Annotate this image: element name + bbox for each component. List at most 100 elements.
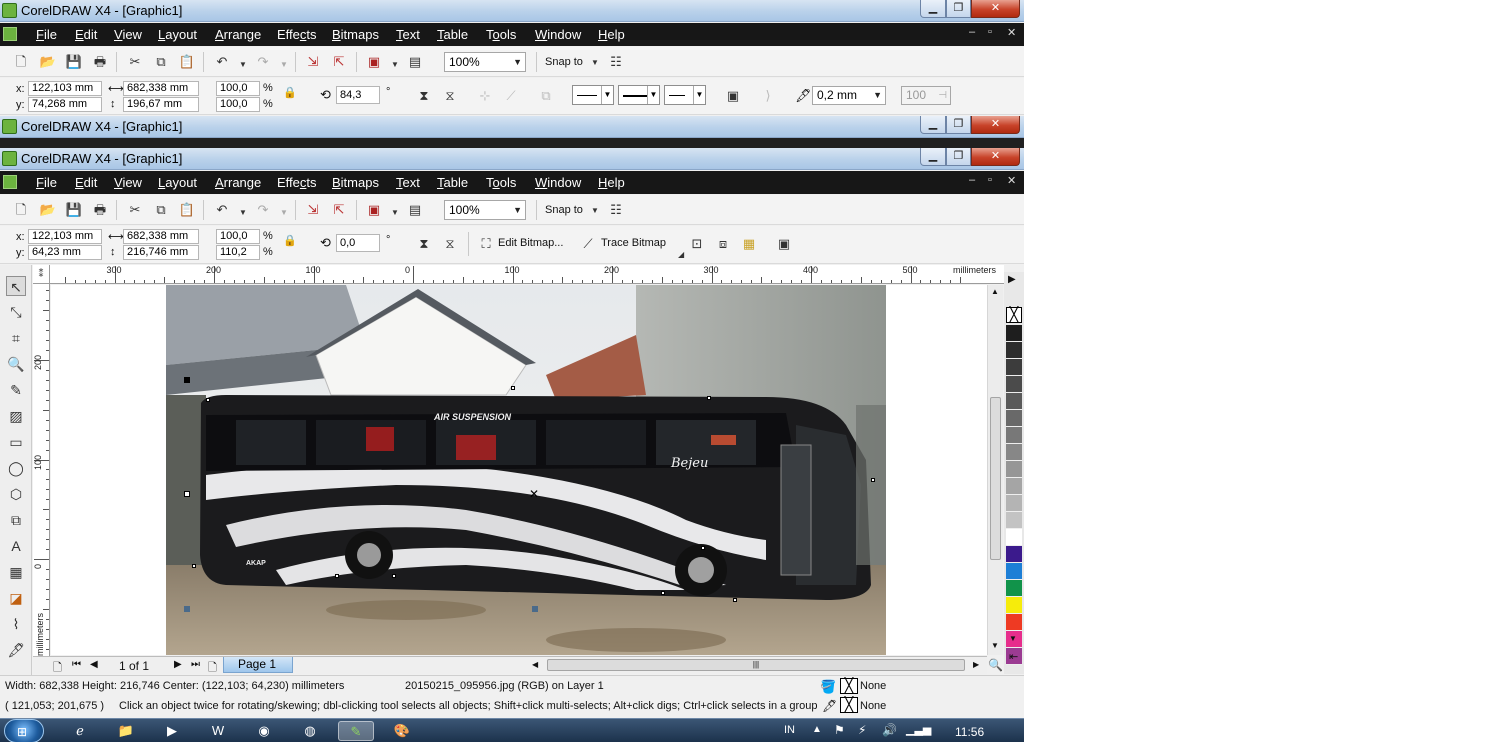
menu-view[interactable]: View — [114, 27, 142, 42]
color-swatch[interactable] — [1006, 359, 1022, 376]
color-swatch[interactable] — [1006, 495, 1022, 512]
paste-icon[interactable]: 📋 — [178, 53, 196, 71]
doc-restore-button[interactable]: ▫ — [988, 174, 992, 186]
import-icon[interactable]: ⇲ — [304, 201, 322, 219]
resample-icon[interactable]: ⧈ — [714, 235, 732, 253]
snap-to-dropdown-icon[interactable]: ▼ — [591, 58, 599, 67]
scale-width-field[interactable]: 100,0 — [216, 229, 260, 244]
y-position-field[interactable]: 74,268 mm — [28, 97, 102, 112]
copy-icon[interactable]: ⧉ — [152, 201, 170, 219]
export-icon[interactable]: ⇱ — [330, 53, 348, 71]
welcome-screen-icon[interactable]: ▤ — [406, 53, 424, 71]
network-signal-icon[interactable]: ▁▃▅ — [906, 723, 931, 736]
no-color-swatch[interactable]: ╳ — [1006, 307, 1022, 323]
doc-close-button[interactable]: ✕ — [1007, 174, 1016, 187]
menu-text[interactable]: Text — [396, 27, 420, 42]
snap-to-button[interactable]: Snap to — [545, 204, 583, 216]
selection-handle[interactable] — [184, 377, 190, 383]
lock-ratio-icon[interactable]: 🔒 — [283, 86, 297, 99]
close-button[interactable]: ✕ — [971, 148, 1020, 166]
rotation-field[interactable]: 0,0 — [336, 234, 380, 252]
rectangle-tool-icon[interactable]: ▭ — [6, 432, 26, 452]
print-icon[interactable]: 🖶 — [91, 53, 109, 71]
document-icon[interactable] — [3, 175, 17, 189]
fill-bucket-icon[interactable]: 🪣 — [820, 679, 836, 695]
close-button[interactable]: ✕ — [971, 0, 1020, 18]
height-field[interactable]: 216,746 mm — [123, 245, 199, 260]
cut-icon[interactable]: ✂ — [126, 201, 144, 219]
outline-tool-icon[interactable]: 🖋 — [6, 640, 26, 660]
clock-time[interactable]: 11:56 — [955, 725, 984, 739]
height-field[interactable]: 196,67 mm — [123, 97, 199, 112]
word-icon[interactable]: W — [200, 721, 236, 741]
vertical-ruler[interactable]: 200 100 0 millimeters — [33, 284, 50, 656]
wrap-text-icon[interactable]: ▣ — [775, 235, 793, 253]
color-swatch[interactable] — [1006, 563, 1022, 580]
application-launcher-icon[interactable]: ▣ — [365, 201, 383, 219]
menu-edit[interactable]: Edit — [75, 27, 97, 42]
new-document-icon[interactable]: 🗋 — [12, 53, 30, 71]
color-swatch[interactable] — [1006, 546, 1022, 563]
redo-dropdown-icon[interactable]: ▼ — [280, 208, 288, 217]
vertical-scroll-thumb[interactable] — [990, 397, 1001, 560]
nodes-icon[interactable]: ⊹ — [476, 87, 494, 105]
close-button[interactable]: ✕ — [971, 116, 1020, 134]
menu-window[interactable]: Window — [535, 175, 581, 190]
node-handle[interactable] — [701, 546, 705, 550]
restore-button[interactable]: ❐ — [946, 116, 971, 134]
color-swatch[interactable] — [1006, 342, 1022, 359]
paint-icon[interactable]: 🎨 — [384, 721, 420, 741]
paste-icon[interactable]: 📋 — [178, 201, 196, 219]
node-handle[interactable] — [871, 478, 875, 482]
menu-effects[interactable]: Effects — [277, 175, 317, 190]
node-handle[interactable] — [335, 574, 339, 578]
redo-dropdown-icon[interactable]: ▼ — [280, 60, 288, 69]
color-swatch[interactable] — [1006, 461, 1022, 478]
launcher-dropdown-icon[interactable]: ▼ — [391, 60, 399, 69]
start-arrow-select[interactable]: ▼ — [572, 85, 614, 105]
menu-edit[interactable]: Edit — [75, 175, 97, 190]
internet-explorer-icon[interactable]: ℯ — [62, 721, 98, 741]
fill-none-swatch[interactable]: ╳ — [840, 678, 858, 694]
outline-pen-icon[interactable]: 🖋 — [822, 699, 837, 713]
scale-width-field[interactable]: 100,0 — [216, 81, 260, 96]
bitmap-color-mask-icon[interactable]: ▦ — [740, 235, 758, 253]
menu-effects[interactable]: Effects — [277, 27, 317, 42]
mirror-vertical-icon[interactable]: ⧖ — [441, 235, 459, 253]
zoom-level-select[interactable]: 100% ▼ — [444, 200, 526, 220]
crop-bitmap-icon[interactable]: ⊡ — [688, 235, 706, 253]
menu-view[interactable]: View — [114, 175, 142, 190]
color-swatch[interactable] — [1006, 410, 1022, 427]
polygon-tool-icon[interactable]: ⬡ — [6, 484, 26, 504]
menu-table[interactable]: Table — [437, 27, 468, 42]
redo-icon[interactable]: ↷ — [254, 53, 272, 71]
horizontal-scrollbar[interactable]: ◀ ||| ▶ — [527, 656, 987, 674]
trace-dropdown-icon[interactable]: ◢ — [678, 250, 684, 259]
freehand-tool-icon[interactable]: ✎ — [6, 380, 26, 400]
node-handle[interactable] — [707, 396, 711, 400]
last-page-icon[interactable]: ⏭ — [191, 659, 200, 670]
doc-minimize-button[interactable]: – — [969, 26, 975, 38]
edit-bitmap-button[interactable]: Edit Bitmap... — [498, 237, 563, 249]
color-swatch[interactable] — [1006, 427, 1022, 444]
node-handle[interactable] — [206, 398, 210, 402]
palette-expand-icon[interactable]: ⇤ — [1009, 650, 1018, 663]
menu-tools[interactable]: Tools — [486, 27, 516, 42]
copy-icon[interactable]: ⧉ — [152, 53, 170, 71]
zoom-level-select[interactable]: 100% ▼ — [444, 52, 526, 72]
save-icon[interactable]: 💾 — [65, 53, 83, 71]
save-icon[interactable]: 💾 — [65, 201, 83, 219]
selection-handle[interactable] — [532, 606, 538, 612]
basic-shapes-tool-icon[interactable]: ⧉ — [6, 510, 26, 530]
color-swatch[interactable] — [1006, 478, 1022, 495]
selection-handle[interactable] — [184, 606, 190, 612]
menu-help[interactable]: Help — [598, 175, 625, 190]
menu-layout[interactable]: Layout — [158, 27, 197, 42]
launcher-dropdown-icon[interactable]: ▼ — [391, 208, 399, 217]
menu-layout[interactable]: Layout — [158, 175, 197, 190]
show-hidden-icons-icon[interactable]: ▲ — [812, 724, 822, 735]
volume-icon[interactable]: 🔊 — [882, 723, 897, 737]
shape-tool-icon[interactable]: ⤡ — [6, 302, 26, 322]
open-folder-icon[interactable]: 📂 — [39, 201, 57, 219]
menu-bitmaps[interactable]: Bitmaps — [332, 175, 379, 190]
